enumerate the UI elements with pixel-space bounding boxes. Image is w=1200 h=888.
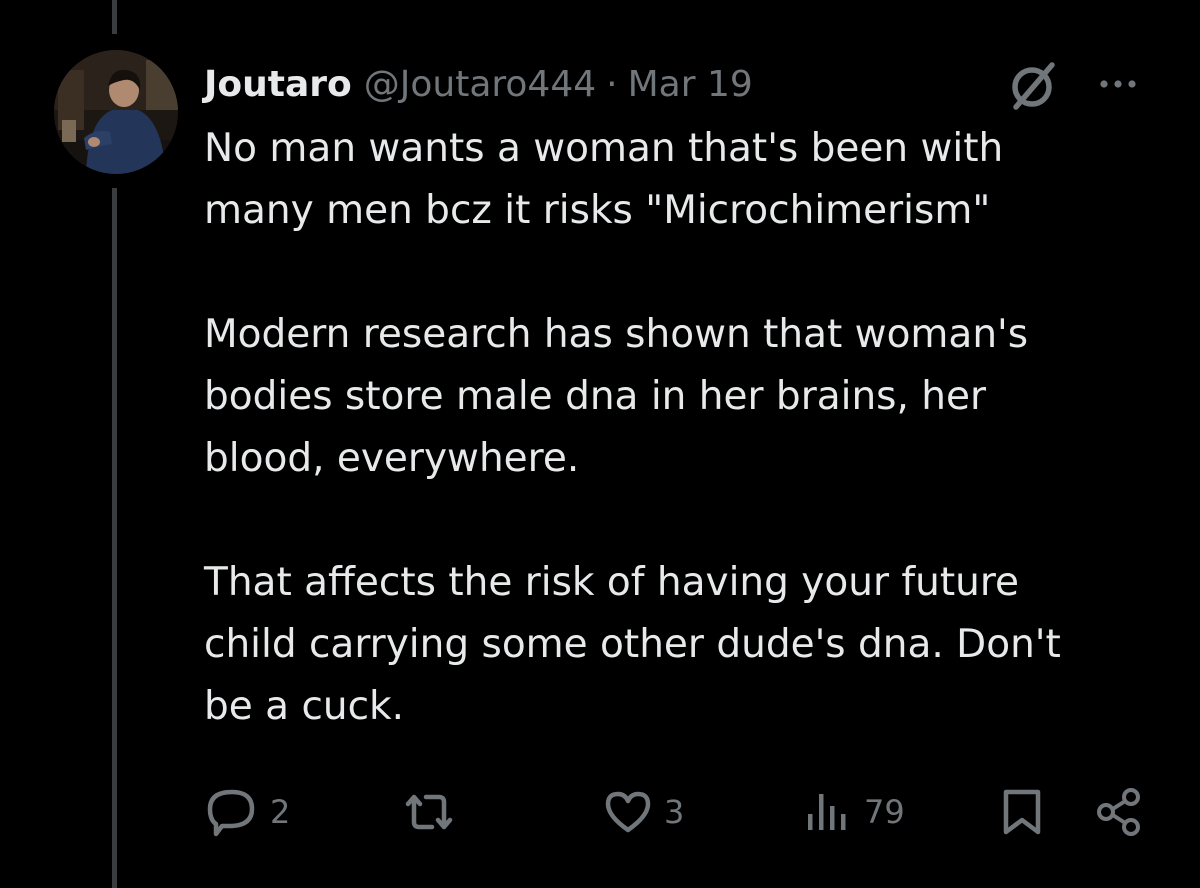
- reply-icon: [207, 789, 255, 837]
- tweet-date[interactable]: Mar 19: [628, 64, 753, 105]
- reply-count: 2: [270, 793, 291, 831]
- more-icon[interactable]: [1090, 64, 1146, 104]
- retweet-button[interactable]: [398, 784, 460, 840]
- share-button[interactable]: [1094, 784, 1144, 840]
- views-icon: [808, 794, 846, 830]
- thread-line-bottom: [112, 188, 117, 888]
- tweet-header: Joutaro @Joutaro444 · Mar 19: [204, 58, 753, 110]
- views-count: 79: [864, 793, 905, 831]
- like-count: 3: [664, 793, 685, 831]
- tweet-text: No man wants a woman that's been with ma…: [204, 118, 1164, 738]
- header-separator: ·: [606, 63, 618, 105]
- like-button[interactable]: 3: [600, 784, 684, 840]
- bookmark-icon: [1003, 789, 1041, 835]
- tweet-paragraph: That affects the risk of having your fut…: [204, 560, 1061, 729]
- retweet-icon: [405, 794, 453, 830]
- bookmark-button[interactable]: [998, 784, 1046, 840]
- display-name[interactable]: Joutaro: [204, 64, 352, 105]
- tweet-paragraph: Modern research has shown that woman's b…: [204, 312, 1029, 481]
- reply-button[interactable]: 2: [202, 784, 290, 840]
- heart-icon: [605, 791, 651, 833]
- avatar-image: [54, 50, 178, 174]
- user-handle[interactable]: @Joutaro444: [364, 64, 596, 105]
- avatar[interactable]: [54, 50, 178, 174]
- grok-icon[interactable]: [1004, 60, 1060, 112]
- tweet-paragraph: No man wants a woman that's been with ma…: [204, 126, 1004, 233]
- views-button[interactable]: 79: [800, 784, 905, 840]
- thread-line-top: [112, 0, 117, 34]
- share-icon: [1097, 788, 1140, 836]
